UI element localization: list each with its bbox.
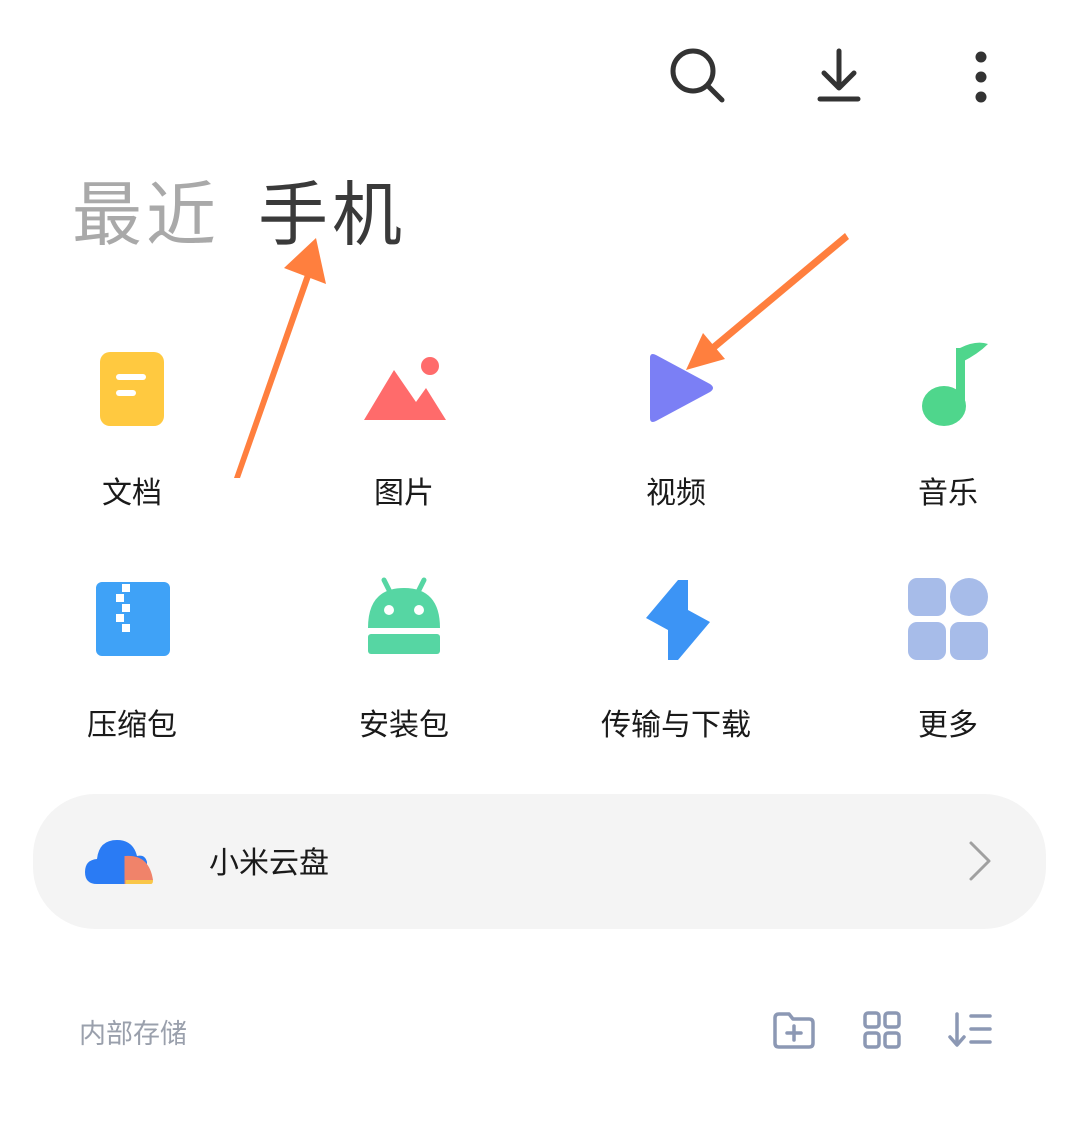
category-more[interactable]: 更多 bbox=[848, 572, 1048, 772]
category-label: 安装包 bbox=[359, 708, 449, 743]
more-vert-icon bbox=[975, 51, 987, 103]
cloud-icon bbox=[85, 840, 153, 884]
category-label: 图片 bbox=[374, 476, 434, 511]
category-label: 视频 bbox=[646, 476, 706, 511]
category-music[interactable]: 音乐 bbox=[848, 340, 1048, 540]
transfer-icon bbox=[646, 580, 710, 660]
sort-icon bbox=[948, 1012, 992, 1047]
android-icon bbox=[368, 577, 440, 654]
cloud-label: 小米云盘 bbox=[209, 846, 329, 881]
chevron-right-icon bbox=[969, 841, 991, 881]
category-label: 更多 bbox=[918, 708, 978, 743]
tab-recent[interactable]: 最近 bbox=[72, 170, 220, 260]
download-icon bbox=[817, 48, 861, 102]
download-button[interactable] bbox=[804, 40, 874, 110]
xiaomi-cloud-card[interactable]: 小米云盘 bbox=[33, 794, 1046, 929]
category-images[interactable]: 图片 bbox=[304, 340, 504, 540]
category-archives[interactable]: 压缩包 bbox=[32, 572, 232, 772]
grid-view-icon bbox=[863, 1011, 901, 1049]
category-documents[interactable]: 文档 bbox=[32, 340, 232, 540]
video-icon bbox=[650, 354, 713, 422]
tab-phone[interactable]: 手机 bbox=[258, 170, 406, 260]
category-label: 传输与下载 bbox=[601, 708, 751, 743]
image-icon bbox=[364, 357, 446, 420]
archive-icon bbox=[96, 582, 170, 656]
category-label: 压缩包 bbox=[87, 708, 177, 743]
new-folder-button[interactable] bbox=[766, 1002, 822, 1058]
category-label: 音乐 bbox=[918, 476, 978, 511]
category-videos[interactable]: 视频 bbox=[576, 340, 776, 540]
category-label: 文档 bbox=[102, 476, 162, 511]
search-button[interactable] bbox=[662, 40, 732, 110]
more-grid-icon bbox=[908, 578, 988, 660]
grid-view-button[interactable] bbox=[854, 1002, 910, 1058]
category-transfers[interactable]: 传输与下载 bbox=[576, 572, 776, 772]
sort-button[interactable] bbox=[942, 1002, 998, 1058]
new-folder-icon bbox=[773, 1012, 815, 1049]
storage-title: 内部存储 bbox=[79, 1019, 187, 1050]
document-icon bbox=[100, 352, 164, 426]
category-apks[interactable]: 安装包 bbox=[304, 572, 504, 772]
music-icon bbox=[922, 342, 988, 426]
more-options-button[interactable] bbox=[946, 40, 1016, 110]
search-icon bbox=[670, 48, 725, 103]
